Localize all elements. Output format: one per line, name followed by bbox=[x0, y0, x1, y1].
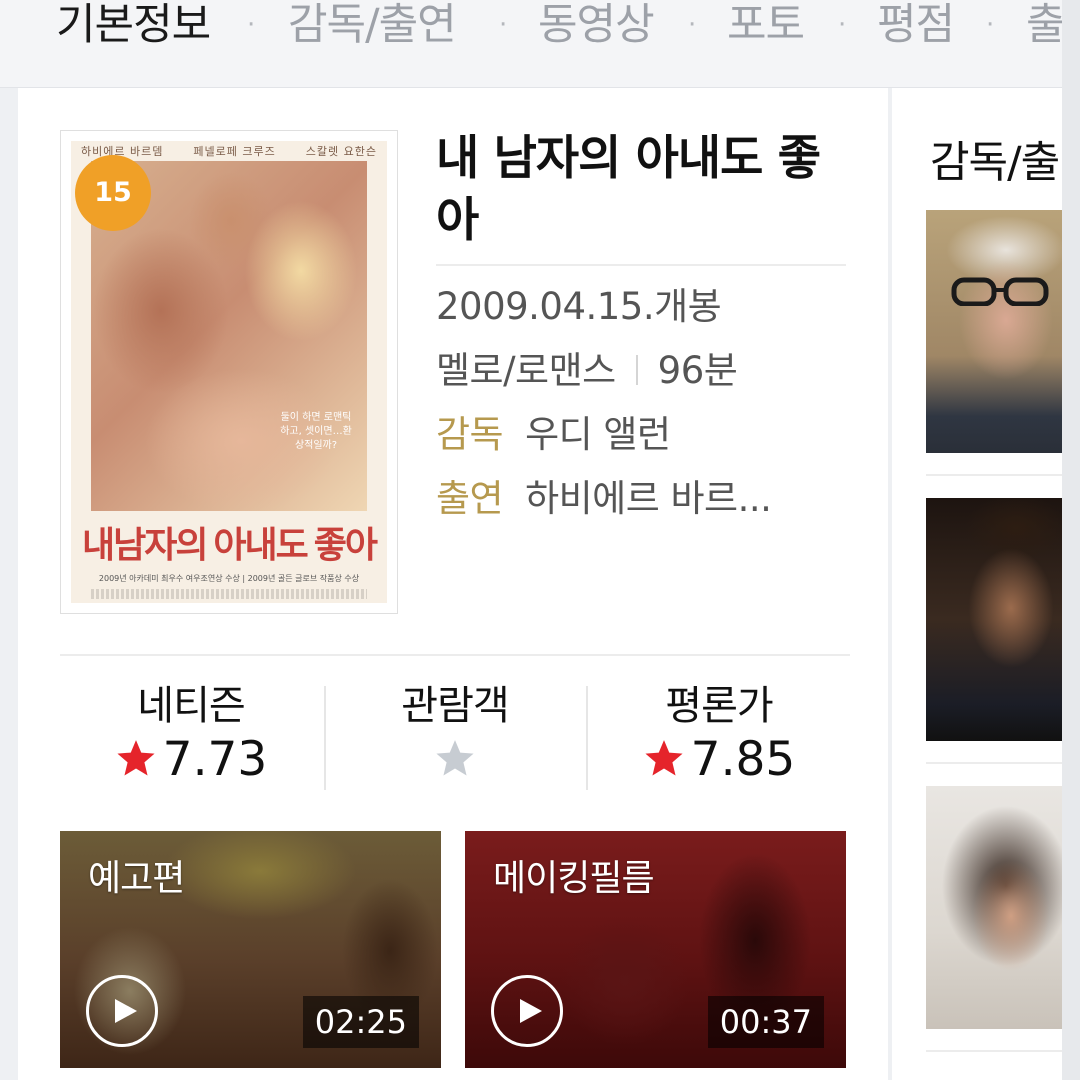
video-trailer[interactable]: 예고편 02:25 bbox=[60, 831, 441, 1068]
divider bbox=[60, 654, 850, 656]
director-key: 감독 bbox=[436, 413, 504, 456]
separator bbox=[635, 355, 638, 385]
rating-audience[interactable]: 관람객 bbox=[324, 680, 586, 790]
rating-value: 7.85 bbox=[690, 732, 796, 787]
director-row: 감독 우디 앨런 bbox=[436, 404, 671, 458]
person-photo[interactable] bbox=[926, 498, 1062, 741]
tab-photo[interactable]: 포토 bbox=[727, 0, 805, 50]
divider bbox=[926, 1050, 1062, 1052]
star-icon bbox=[436, 740, 474, 776]
rating-label: 관람객 bbox=[401, 683, 509, 729]
genre: 멜로/로맨스 bbox=[436, 349, 616, 392]
director-cast-panel: 감독/출 bbox=[892, 88, 1062, 1080]
video-duration: 02:25 bbox=[302, 996, 419, 1048]
glasses-shape bbox=[951, 277, 1049, 306]
poster-tagline: 둘이 하면 로맨틱 하고, 셋이면…환상적일까? bbox=[280, 412, 352, 451]
tab-separator: · bbox=[838, 10, 847, 40]
page-edge bbox=[1062, 0, 1080, 1080]
cast-row: 출연 하비에르 바르... bbox=[436, 468, 772, 522]
video-making-film[interactable]: 메이킹필름 00:37 bbox=[465, 831, 846, 1068]
play-icon[interactable] bbox=[491, 975, 563, 1047]
poster-credit: 스칼렛 요한슨 bbox=[305, 145, 377, 158]
cast-names[interactable]: 하비에르 바르... bbox=[525, 477, 772, 520]
divider bbox=[926, 474, 1062, 476]
tab-more[interactable]: 출 bbox=[1026, 0, 1066, 50]
tab-director-cast[interactable]: 감독/출연 bbox=[288, 0, 457, 50]
divider bbox=[926, 762, 1062, 764]
release-date: 2009.04.15.개봉 bbox=[436, 285, 722, 328]
genre-runtime: 멜로/로맨스 96분 bbox=[436, 340, 738, 394]
tab-separator: · bbox=[986, 10, 995, 40]
movie-info-card: 하비에르 바르뎀 페넬로페 크루즈 스칼렛 요한슨 둘이 하면 로맨틱 하고, … bbox=[18, 88, 888, 1080]
video-label: 예고편 bbox=[88, 858, 185, 899]
poster-title-text: 내남자의 아내도 좋아 bbox=[81, 525, 378, 565]
poster-credit: 페넬로페 크루즈 bbox=[193, 145, 276, 158]
poster-fine-print bbox=[91, 589, 367, 599]
play-triangle-icon bbox=[520, 999, 542, 1023]
person-photo[interactable] bbox=[926, 786, 1062, 1029]
rating-netizen[interactable]: 네티즌 7.73 bbox=[60, 680, 322, 790]
cast-key: 출연 bbox=[436, 477, 504, 520]
tab-bar: 기본정보 · 감독/출연 · 동영상 · 포토 · 평점 · 출 bbox=[0, 0, 1080, 88]
tab-video[interactable]: 동영상 bbox=[538, 0, 655, 50]
poster-award-text: 2009년 아카데미 최우수 여우조연상 수상 | 2009년 골든 글로브 작… bbox=[98, 574, 360, 583]
tab-rating[interactable]: 평점 bbox=[877, 0, 955, 50]
tab-basic-info[interactable]: 기본정보 bbox=[56, 0, 211, 50]
person-photo[interactable] bbox=[926, 210, 1062, 453]
rating-score: 7.85 bbox=[588, 732, 850, 788]
rating-score: 7.73 bbox=[60, 732, 322, 788]
video-label: 메이킹필름 bbox=[493, 858, 655, 899]
rating-label: 네티즌 bbox=[137, 683, 245, 729]
star-icon bbox=[117, 740, 155, 776]
rating-label: 평론가 bbox=[665, 683, 773, 729]
movie-poster[interactable]: 하비에르 바르뎀 페넬로페 크루즈 스칼렛 요한슨 둘이 하면 로맨틱 하고, … bbox=[60, 130, 398, 614]
rating-value: 7.73 bbox=[162, 732, 268, 787]
video-duration: 00:37 bbox=[707, 996, 824, 1048]
age-rating-badge: 15 bbox=[75, 155, 151, 231]
star-icon bbox=[645, 740, 683, 776]
rating-score bbox=[324, 732, 586, 788]
divider bbox=[436, 264, 846, 266]
play-triangle-icon bbox=[115, 999, 137, 1023]
rating-critic[interactable]: 평론가 7.85 bbox=[588, 680, 850, 790]
tab-separator: · bbox=[688, 10, 697, 40]
director-name[interactable]: 우디 앨런 bbox=[525, 413, 671, 456]
play-icon[interactable] bbox=[86, 975, 158, 1047]
runtime: 96분 bbox=[657, 349, 738, 392]
tab-separator: · bbox=[499, 10, 508, 40]
tab-separator: · bbox=[247, 10, 256, 40]
movie-title: 내 남자의 아내도 좋아 bbox=[436, 131, 821, 248]
section-title: 감독/출 bbox=[930, 138, 1060, 188]
